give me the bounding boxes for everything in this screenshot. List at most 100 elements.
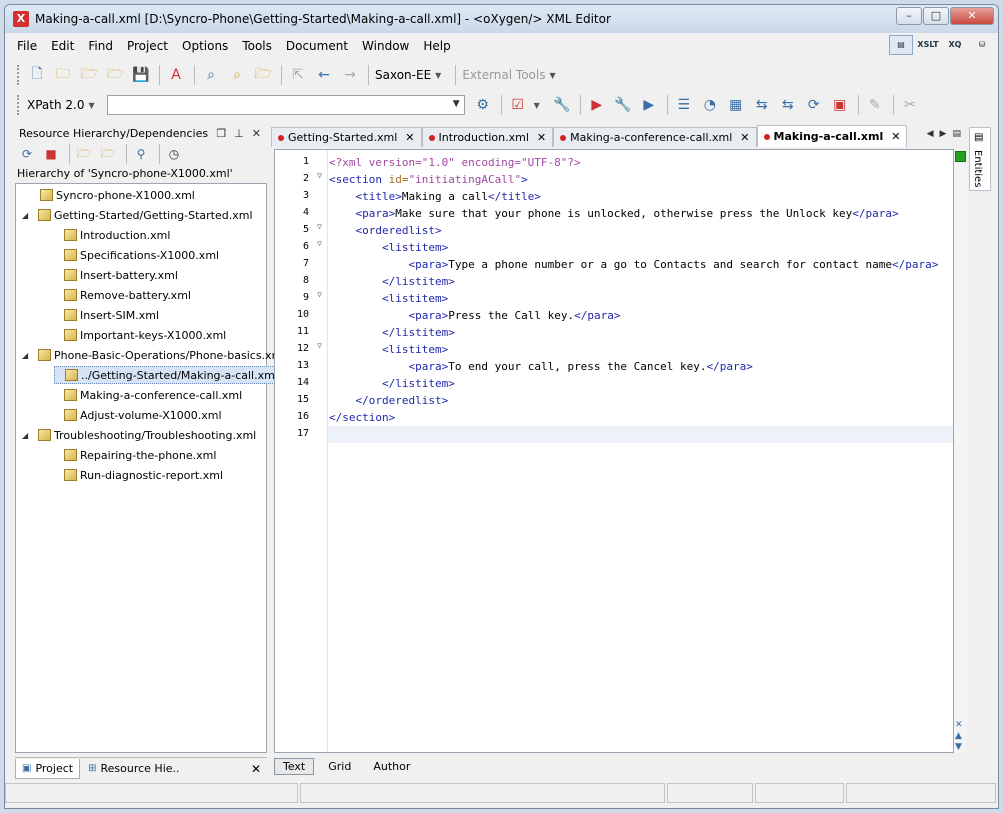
fold-toggle-icon[interactable]: ▽ xyxy=(317,171,322,180)
tree-editor-icon[interactable]: ⇆ xyxy=(752,95,772,115)
fold-toggle-icon[interactable]: ▽ xyxy=(317,222,322,231)
close-tab-icon[interactable]: ✕ xyxy=(537,131,546,144)
restore-view-icon[interactable]: ❐ xyxy=(216,127,226,140)
dependencies-icon[interactable]: ⚲ xyxy=(133,146,149,162)
chevron-down-icon[interactable]: ▼ xyxy=(88,101,94,110)
mode-tab-grid[interactable]: Grid xyxy=(320,759,359,774)
generate-documentation-icon[interactable]: ▦ xyxy=(726,95,746,115)
close-button[interactable]: ✕ xyxy=(950,7,994,25)
compare-files-icon[interactable]: ▣ xyxy=(830,95,850,115)
previous-edit-icon[interactable]: ⇱ xyxy=(288,65,308,85)
editor-tab[interactable]: Making-a-call.xml ✕ xyxy=(756,125,908,147)
find-in-files-icon[interactable]: ⌕ xyxy=(227,65,247,85)
code-line[interactable]: <para>To end your call, press the Cancel… xyxy=(328,358,953,375)
tree-node[interactable]: ◢ Troubleshooting/Troubleshooting.xml xyxy=(22,426,256,444)
tab-project[interactable]: ▣ Project xyxy=(15,758,81,779)
oxygen-app-icon[interactable]: X xyxy=(13,11,29,27)
close-tab-icon[interactable]: ✕ xyxy=(891,130,900,143)
code-line[interactable]: <para>Make sure that your phone is unloc… xyxy=(328,205,953,222)
hierarchy-tree[interactable]: Syncro-phone-X1000.xml ◢ Getting-Started/G… xyxy=(15,183,285,753)
code-line[interactable]: <title>Making a call</title> xyxy=(328,188,953,205)
new-file-icon[interactable]: 🗋 xyxy=(27,65,47,85)
xpath-input[interactable]: ▼ xyxy=(106,95,465,115)
xml-text-editor[interactable]: 1 2 ▽ 3 4 5 ▽ 6 ▽ 7 8 9 ▽ 10 11 12 ▽ 13 14 15 16 17 <?xml ver… xyxy=(274,149,954,753)
wsdl-soap-icon[interactable]: ✎ xyxy=(865,95,885,115)
menu-help[interactable]: Help xyxy=(423,39,450,53)
refresh-references-icon[interactable]: ⟳ xyxy=(804,95,824,115)
tree-node[interactable]: Introduction.xml xyxy=(54,226,170,244)
open-folder-icon[interactable]: 🗁 xyxy=(100,146,116,162)
collapse-toggle-icon[interactable]: ◢ xyxy=(22,431,32,440)
open-find-resource-icon[interactable]: 🗁 xyxy=(253,65,273,85)
pin-icon[interactable]: ⊥ xyxy=(234,127,244,140)
collapse-toggle-icon[interactable]: ◢ xyxy=(22,211,32,220)
open-url-icon[interactable]: 🗁 xyxy=(79,65,99,85)
tree-node[interactable]: Insert-battery.xml xyxy=(54,266,178,284)
spell-check-icon[interactable]: A xyxy=(166,65,186,85)
debug-scenario-icon[interactable]: ▶ xyxy=(639,95,659,115)
find-icon[interactable]: ⌕ xyxy=(201,65,221,85)
menu-options[interactable]: Options xyxy=(182,39,228,53)
menu-edit[interactable]: Edit xyxy=(51,39,74,53)
tree-node[interactable]: Important-keys-X1000.xml xyxy=(54,326,226,344)
tree-node[interactable]: Remove-battery.xml xyxy=(54,286,191,304)
collapse-toggle-icon[interactable]: ◢ xyxy=(22,351,32,360)
minimize-button[interactable]: – xyxy=(896,7,922,25)
save-icon[interactable]: 💾 xyxy=(131,65,151,85)
xpath-version-select[interactable]: XPath 2.0 xyxy=(27,98,84,112)
tree-node[interactable]: Specifications-X1000.xml xyxy=(54,246,219,264)
pin-tool-icon[interactable]: ✂ xyxy=(900,95,920,115)
code-line[interactable] xyxy=(328,426,953,443)
tree-node[interactable]: ../Getting-Started/Making-a-call.xml xyxy=(54,366,283,384)
xslt-debugger-perspective-icon[interactable]: XSLT xyxy=(916,35,940,55)
refresh-hierarchy-icon[interactable]: ⟳ xyxy=(19,146,35,162)
tab-navigation-icons[interactable]: ◀▶▤ xyxy=(927,129,967,139)
mode-tab-text[interactable]: Text xyxy=(274,757,315,775)
diagram-icon[interactable]: ⇆ xyxy=(778,95,798,115)
tree-node[interactable]: Run-diagnostic-report.xml xyxy=(54,466,223,484)
code-line[interactable]: <?xml version="1.0" encoding="UTF-8"?> xyxy=(328,154,953,171)
transformer-select[interactable]: Saxon-EE xyxy=(375,68,431,82)
tab-resource-hierarchy[interactable]: ⊞ Resource Hie.. xyxy=(82,759,185,779)
editor-perspective-icon[interactable]: ▤ xyxy=(889,35,913,55)
mode-tab-author[interactable]: Author xyxy=(365,759,418,774)
editor-tab[interactable]: Getting-Started.xml ✕ xyxy=(271,127,422,147)
tree-node[interactable]: Repairing-the-phone.xml xyxy=(54,446,216,464)
vertical-scrollbar[interactable]: ✕ ▲ ▼ xyxy=(954,149,967,753)
tree-node[interactable]: Making-a-conference-call.xml xyxy=(54,386,242,404)
tree-node[interactable]: Syncro-phone-X1000.xml xyxy=(20,186,195,204)
chevron-down-icon[interactable]: ▼ xyxy=(453,99,460,109)
code-line[interactable]: <listitem> xyxy=(328,239,953,256)
configure-validation-icon[interactable]: 🔧 xyxy=(552,95,572,115)
configure-transformation-icon[interactable]: 🔧 xyxy=(613,95,633,115)
back-arrow-icon[interactable]: ← xyxy=(314,65,334,85)
external-tools-button[interactable]: External Tools xyxy=(462,68,545,82)
code-line[interactable]: </listitem> xyxy=(328,324,953,341)
fold-toggle-icon[interactable]: ▽ xyxy=(317,290,322,299)
menu-file[interactable]: File xyxy=(17,39,37,53)
toolbar-grip[interactable] xyxy=(17,65,21,85)
chevron-down-icon[interactable]: ▼ xyxy=(435,71,441,80)
open-folder-icon[interactable]: 🗀 xyxy=(53,65,73,85)
maximize-button[interactable]: □ xyxy=(923,7,949,25)
close-panel-icon[interactable]: ✕ xyxy=(252,127,261,140)
code-line[interactable]: </orderedlist> xyxy=(328,392,953,409)
fold-toggle-icon[interactable]: ▽ xyxy=(317,239,322,248)
close-icon[interactable]: ✕ xyxy=(251,762,261,776)
close-tab-icon[interactable]: ✕ xyxy=(740,131,749,144)
code-line[interactable]: <listitem> xyxy=(328,290,953,307)
code-line[interactable]: </section> xyxy=(328,409,953,426)
apply-transformation-icon[interactable]: ▶ xyxy=(587,95,607,115)
menu-document[interactable]: Document xyxy=(286,39,348,53)
code-line[interactable]: <para>Press the Call key.</para> xyxy=(328,307,953,324)
validate-icon[interactable]: ☑ xyxy=(508,95,528,115)
xpath-settings-gear-icon[interactable]: ⚙ xyxy=(473,95,493,115)
editor-tab[interactable]: Introduction.xml ✕ xyxy=(421,127,554,147)
code-line[interactable]: <para>Type a phone number or a go to Con… xyxy=(328,256,953,273)
code-line[interactable]: </listitem> xyxy=(328,375,953,392)
forward-arrow-icon[interactable]: → xyxy=(340,65,360,85)
reload-icon[interactable]: 🗁 xyxy=(105,65,125,85)
menu-find[interactable]: Find xyxy=(88,39,113,53)
menu-project[interactable]: Project xyxy=(127,39,168,53)
database-perspective-icon[interactable]: ⛁ xyxy=(970,35,994,55)
